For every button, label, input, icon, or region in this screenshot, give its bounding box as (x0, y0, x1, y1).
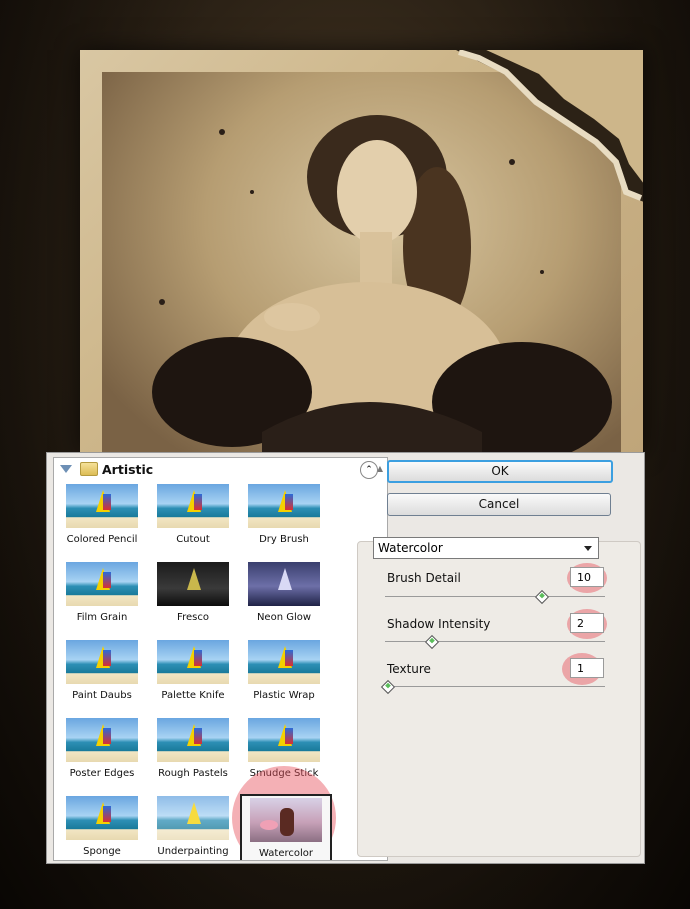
filter-select-value: Watercolor (378, 541, 443, 555)
filter-select[interactable]: Watercolor (373, 537, 599, 559)
filter-colored-pencil[interactable]: Colored Pencil (58, 482, 146, 560)
filter-cutout[interactable]: Cutout (149, 482, 237, 560)
filter-label: Plastic Wrap (253, 690, 315, 701)
expand-triangle-icon[interactable] (60, 465, 72, 473)
filter-thumbnail (248, 562, 320, 606)
filter-underpainting[interactable]: Underpainting (149, 794, 237, 860)
filter-label: Poster Edges (69, 768, 135, 779)
filter-thumbnail (66, 640, 138, 684)
filter-thumbnail (66, 562, 138, 606)
filter-thumbnail (157, 718, 229, 762)
filter-label: Neon Glow (256, 612, 312, 623)
filter-thumbnail (250, 798, 322, 842)
cancel-button[interactable]: Cancel (387, 493, 611, 516)
filter-thumbnail (157, 484, 229, 528)
shadow-intensity-input[interactable]: 2 (570, 613, 604, 633)
filter-thumbnail (66, 484, 138, 528)
filter-label: Film Grain (76, 612, 128, 623)
filter-thumbnail (66, 796, 138, 840)
filter-thumbnails-panel: Artistic ▲ Colored Pencil Cutout Dry Bru… (53, 457, 388, 861)
filter-thumbnail (248, 640, 320, 684)
filter-gallery-dialog: Artistic ▲ Colored Pencil Cutout Dry Bru… (46, 452, 645, 864)
filter-film-grain[interactable]: Film Grain (58, 560, 146, 638)
filter-rough-pastels[interactable]: Rough Pastels (149, 716, 237, 794)
filter-paint-daubs[interactable]: Paint Daubs (58, 638, 146, 716)
filter-label: Paint Daubs (72, 690, 132, 701)
filter-label: Watercolor (259, 848, 313, 859)
filter-label: Fresco (177, 612, 209, 623)
filter-label: Rough Pastels (158, 768, 228, 779)
filter-label: Colored Pencil (66, 534, 138, 545)
filter-poster-edges[interactable]: Poster Edges (58, 716, 146, 794)
filter-plastic-wrap[interactable]: Plastic Wrap (240, 638, 328, 716)
filter-label: Cutout (176, 534, 210, 545)
filter-thumbnail (66, 718, 138, 762)
chevron-down-icon[interactable] (584, 546, 592, 551)
brush-detail-input[interactable]: 10 (570, 567, 604, 587)
filter-label: Dry Brush (259, 534, 309, 545)
filter-thumbnail (248, 484, 320, 528)
collapse-gallery-button[interactable]: ⌃ (360, 461, 378, 479)
filter-label: Sponge (83, 846, 121, 857)
filter-label: Underpainting (157, 846, 229, 857)
filter-thumbnail (157, 796, 229, 840)
filter-watercolor-selected[interactable]: Watercolor (240, 794, 332, 860)
filter-sponge[interactable]: Sponge (58, 794, 146, 860)
filter-label: Palette Knife (161, 690, 225, 701)
ok-button[interactable]: OK (387, 460, 613, 483)
texture-slider-track[interactable] (385, 686, 605, 687)
torn-corner (456, 50, 643, 202)
brush-detail-slider-track[interactable] (385, 596, 605, 597)
filter-neon-glow[interactable]: Neon Glow (240, 560, 328, 638)
filter-thumbnail (157, 562, 229, 606)
vintage-photo (80, 50, 643, 452)
category-header-artistic[interactable]: Artistic (54, 458, 380, 480)
filter-palette-knife[interactable]: Palette Knife (149, 638, 237, 716)
texture-input[interactable]: 1 (570, 658, 604, 678)
texture-label: Texture (387, 662, 431, 676)
filter-fresco[interactable]: Fresco (149, 560, 237, 638)
filter-dry-brush[interactable]: Dry Brush (240, 482, 328, 560)
brush-detail-label: Brush Detail (387, 571, 461, 585)
filter-thumbnail (157, 640, 229, 684)
shadow-intensity-label: Shadow Intensity (387, 617, 491, 631)
filter-thumbnail (248, 718, 320, 762)
shadow-intensity-slider-track[interactable] (385, 641, 605, 642)
folder-icon (80, 462, 98, 476)
category-label: Artistic (102, 461, 154, 477)
